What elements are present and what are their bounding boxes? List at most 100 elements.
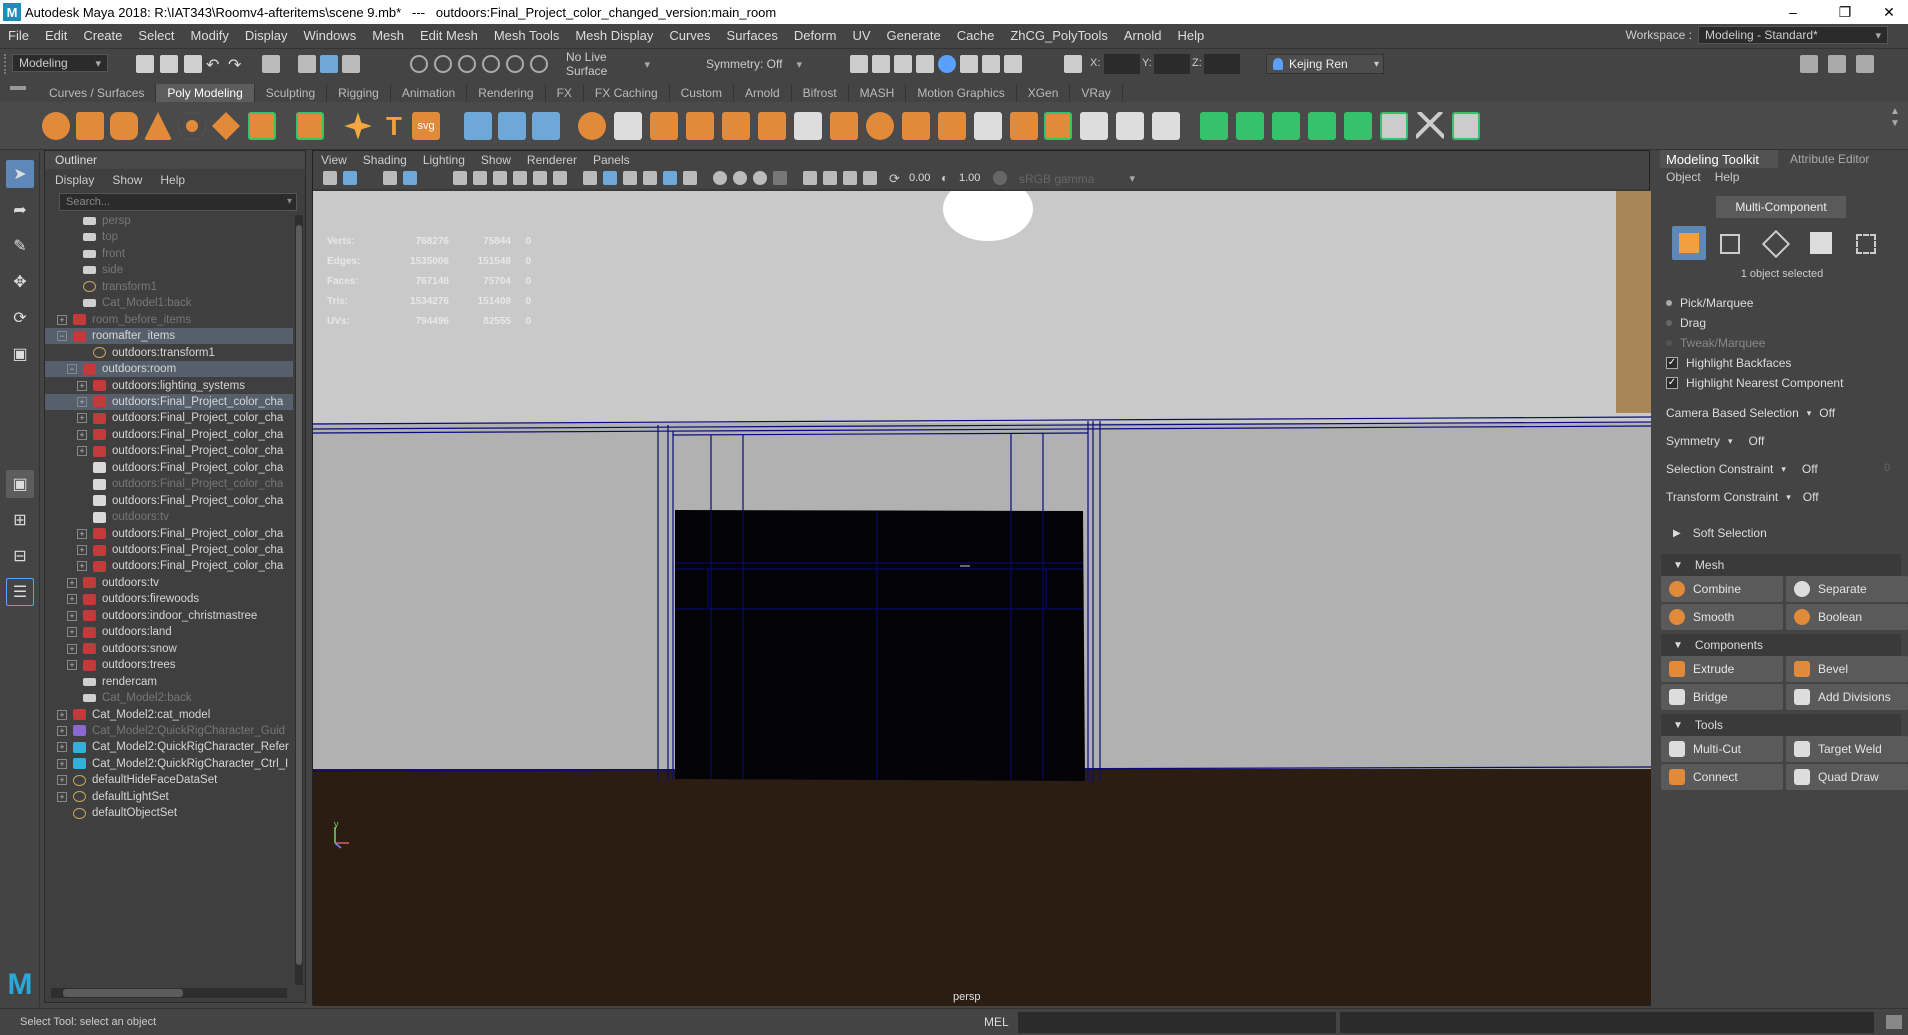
outliner-item[interactable]: rendercam <box>45 674 293 690</box>
poly-torus-icon[interactable] <box>178 112 206 140</box>
bevel-shelf-icon[interactable] <box>830 112 858 140</box>
menu-select[interactable]: Select <box>130 28 182 43</box>
xray-icon[interactable] <box>823 171 837 185</box>
outliner-item[interactable]: + outdoors:Final_Project_color_cha <box>45 443 293 459</box>
separate-shelf-icon[interactable] <box>614 112 642 140</box>
image-plane-icon[interactable] <box>403 171 417 185</box>
outliner-item[interactable]: + Cat_Model2:QuickRigCharacter_Refer <box>45 739 293 755</box>
poly-cylinder-icon[interactable] <box>110 112 138 140</box>
expand-icon[interactable]: + <box>67 610 77 621</box>
snap-surface-icon[interactable] <box>506 55 524 73</box>
poly-disc-icon[interactable] <box>248 112 276 140</box>
outliner-layout-icon[interactable]: ☰ <box>6 578 34 606</box>
expand-icon[interactable]: + <box>57 709 67 720</box>
type-tool-icon[interactable]: T <box>380 112 408 140</box>
pause-icon[interactable] <box>1004 55 1022 73</box>
textured-icon[interactable] <box>643 171 657 185</box>
depth-of-field-icon[interactable] <box>773 171 787 185</box>
menu-help[interactable]: Help <box>1169 28 1212 43</box>
mash-world-icon[interactable] <box>1416 112 1444 140</box>
outliner-item[interactable]: + room_before_items <box>45 312 293 328</box>
safe-action-icon[interactable] <box>553 171 567 185</box>
quad-draw-button[interactable]: Quad Draw <box>1786 764 1908 790</box>
collapse-icon[interactable]: − <box>67 364 77 375</box>
shelf-menu-icon[interactable] <box>10 86 26 90</box>
snap-view-icon[interactable] <box>482 55 500 73</box>
expand-icon[interactable]: + <box>77 396 87 407</box>
outliner-scrollbar[interactable] <box>295 215 303 985</box>
target-weld-button[interactable]: Target Weld <box>1786 736 1908 762</box>
menu-create[interactable]: Create <box>75 28 130 43</box>
viewport-menu-shading[interactable]: Shading <box>363 153 407 167</box>
menu-surfaces[interactable]: Surfaces <box>719 28 786 43</box>
shelf-tab-curves-surfaces[interactable]: Curves / Surfaces <box>38 84 157 102</box>
outliner-item[interactable]: Cat_Model1:back <box>45 295 293 311</box>
tweak-marquee-option[interactable]: Tweak/Marquee <box>1666 336 1765 350</box>
smooth-button[interactable]: Smooth <box>1661 604 1783 630</box>
hypershade-icon[interactable] <box>938 55 956 73</box>
motion-blur-icon[interactable] <box>733 171 747 185</box>
outliner-item[interactable]: + outdoors:snow <box>45 641 293 657</box>
mash-replicator-icon[interactable] <box>1380 112 1408 140</box>
mode-dropdown[interactable]: Modeling <box>12 54 108 72</box>
outliner-item[interactable]: transform1 <box>45 279 293 295</box>
ambient-occlusion-icon[interactable] <box>713 171 727 185</box>
shelf-scroll-icon[interactable]: ▲ ▼ <box>1890 106 1902 142</box>
outliner-item[interactable]: defaultObjectSet <box>45 805 293 821</box>
shelf-tab-sculpting[interactable]: Sculpting <box>255 84 328 102</box>
shelf-tab-vray[interactable]: VRay <box>1070 84 1123 102</box>
menu-mesh-tools[interactable]: Mesh Tools <box>486 28 568 43</box>
x-field[interactable] <box>1104 54 1140 74</box>
smooth-shade-icon[interactable] <box>603 171 617 185</box>
menu-edit[interactable]: Edit <box>37 28 75 43</box>
platonic-solid-icon[interactable] <box>296 112 324 140</box>
shelf-tab-rendering[interactable]: Rendering <box>467 84 546 102</box>
expand-icon[interactable]: + <box>67 643 77 654</box>
components-section-header[interactable]: ▼ Components <box>1661 634 1901 656</box>
multi-cut-shelf-icon[interactable] <box>1080 112 1108 140</box>
outliner-item[interactable]: Cat_Model2:back <box>45 690 293 706</box>
bookmarks-icon[interactable] <box>383 171 397 185</box>
shelf-tab-bifrost[interactable]: Bifrost <box>792 84 849 102</box>
outliner-menu-show[interactable]: Show <box>112 173 142 187</box>
select-hierarchy-icon[interactable] <box>262 55 280 73</box>
menu-uv[interactable]: UV <box>844 28 878 43</box>
color-management-icon[interactable] <box>993 171 1007 185</box>
fill-hole-icon[interactable] <box>866 112 894 140</box>
new-scene-icon[interactable] <box>136 55 154 73</box>
select-objects-icon[interactable] <box>298 55 316 73</box>
boolean-union-icon[interactable] <box>902 112 930 140</box>
isolate-select-icon[interactable] <box>803 171 817 185</box>
command-line-input[interactable] <box>1018 1012 1336 1033</box>
select-components-icon[interactable] <box>320 55 338 73</box>
reduce-icon[interactable] <box>722 112 750 140</box>
open-scene-icon[interactable] <box>160 55 178 73</box>
arnold-render-icon[interactable] <box>960 55 978 73</box>
symmetry-dropdown[interactable]: Symmetry: Off <box>700 55 808 73</box>
shelf-tab-mash[interactable]: MASH <box>849 84 907 102</box>
toggle-attribute-editor-icon[interactable] <box>1828 55 1846 73</box>
mash-random-icon[interactable] <box>1308 112 1336 140</box>
drag-option[interactable]: Drag <box>1666 316 1706 330</box>
outliner-item[interactable]: + outdoors:Final_Project_color_cha <box>45 427 293 443</box>
shelf-tab-poly-modeling[interactable]: Poly Modeling <box>156 84 255 102</box>
menu-file[interactable]: File <box>0 28 37 43</box>
perspective-viewport[interactable]: View Shading Lighting Show Renderer Panels ⟳ … <box>312 150 1651 1006</box>
viewport-menu-view[interactable]: View <box>321 153 347 167</box>
outliner-item[interactable]: outdoors:Final_Project_color_cha <box>45 476 293 492</box>
expand-icon[interactable]: + <box>57 742 67 753</box>
minimize-icon[interactable]: – <box>1770 0 1816 24</box>
edge-loop-icon[interactable] <box>1116 112 1144 140</box>
viewport-menu-show[interactable]: Show <box>481 153 511 167</box>
outliner-item[interactable]: + outdoors:Final_Project_color_cha <box>45 410 293 426</box>
wireframe-on-shaded-icon[interactable] <box>623 171 637 185</box>
gate-mask-icon[interactable] <box>513 171 527 185</box>
bevel-button[interactable]: Bevel <box>1786 656 1908 682</box>
outliner-item[interactable]: + outdoors:Final_Project_color_cha <box>45 393 293 410</box>
menu-modify[interactable]: Modify <box>183 28 237 43</box>
viewport-menu-renderer[interactable]: Renderer <box>527 153 577 167</box>
select-mask-icon[interactable] <box>342 55 360 73</box>
outliner-item[interactable]: + outdoors:Final_Project_color_cha <box>45 526 293 542</box>
append-polygon-icon[interactable] <box>974 112 1002 140</box>
rotate-tool-icon[interactable]: ⟳ <box>6 304 34 332</box>
